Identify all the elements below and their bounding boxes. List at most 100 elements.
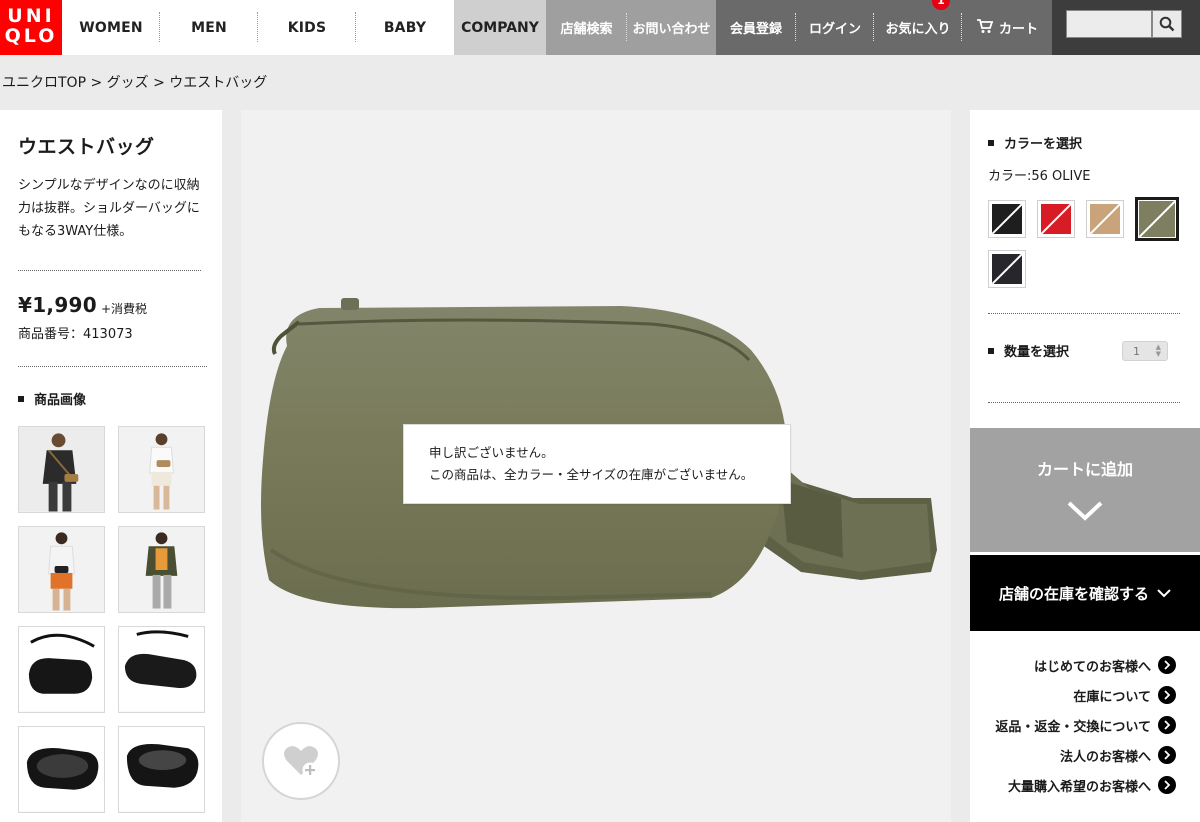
thumbnail-model-white[interactable] <box>118 426 205 513</box>
product-price: ¥1,990 <box>18 293 97 317</box>
breadcrumb-separator: > <box>86 75 107 91</box>
bullet-square-icon <box>18 395 24 402</box>
nav-cart[interactable]: カート <box>962 0 1052 55</box>
bullet-square-icon <box>988 347 994 354</box>
link-corporate-customers[interactable]: 法人のお客様へ <box>976 740 1176 770</box>
breadcrumb-separator: > <box>148 75 170 91</box>
thumbnail-bag-black-1[interactable] <box>18 626 105 713</box>
product-title: ウエストバッグ <box>18 136 155 158</box>
product-description: シンプルなデザインなのに収納力は抜群。ショルダーバッグにもなる3WAY仕様。 <box>18 178 200 239</box>
divider <box>18 366 207 367</box>
swatch-fill <box>1090 204 1120 234</box>
link-label: はじめてのお客様へ <box>1033 659 1151 675</box>
chevron-down-icon <box>1157 589 1171 598</box>
favorites-label: お気に入り <box>885 22 951 37</box>
arrow-right-icon <box>1158 656 1176 674</box>
link-label: 在庫について <box>1073 689 1151 705</box>
current-color-label: カラー:56 OLIVE <box>988 169 1091 184</box>
nav-baby[interactable]: BABY <box>356 0 454 55</box>
color-swatch-beige[interactable] <box>1086 200 1124 238</box>
link-about-stock[interactable]: 在庫について <box>976 680 1176 710</box>
heart-plus-icon <box>284 746 318 778</box>
nav-store-search[interactable]: 店舗検索 <box>546 0 627 55</box>
uniqlo-logo[interactable]: UNI QLO <box>0 0 62 55</box>
thumbnail-model-olive[interactable] <box>118 526 205 613</box>
thumbnail-model-back[interactable] <box>18 526 105 613</box>
utility-nav: 店舗検索 お問い合わせ <box>546 0 716 55</box>
search-icon <box>1159 16 1175 32</box>
nav-register[interactable]: 会員登録 <box>716 0 796 55</box>
add-to-cart-button[interactable]: カートに追加 <box>970 428 1200 552</box>
color-swatch-black[interactable] <box>988 200 1026 238</box>
nav-men[interactable]: MEN <box>160 0 258 55</box>
product-image-viewer: 申し訳ございません。 この商品は、全カラー・全サイズの在庫がございません。 <box>241 110 951 822</box>
purchase-options-panel: カラーを選択 カラー:56 OLIVE 数量を選択 1 ▲ ▼ カートに追加 店舗… <box>970 110 1200 822</box>
thumbnail-model-front[interactable] <box>18 426 105 513</box>
arrow-right-icon <box>1158 716 1176 734</box>
quantity-heading-label: 数量を選択 <box>1004 345 1070 360</box>
breadcrumb-current: ウエストバッグ <box>169 75 268 91</box>
breadcrumb-goods[interactable]: グッズ <box>107 75 149 91</box>
divider <box>988 313 1180 314</box>
link-label: 返品・返金・交換について <box>995 719 1151 735</box>
nav-favorites[interactable]: お気に入り 1 <box>874 0 962 55</box>
add-to-favorites-button[interactable] <box>262 722 340 800</box>
search-area <box>1052 0 1200 55</box>
swatch-fill <box>1041 204 1071 234</box>
swatch-fill <box>992 204 1022 234</box>
logo-line-1: UNI <box>7 5 55 27</box>
price-tax-note: +消費税 <box>101 302 148 316</box>
nav-login[interactable]: ログイン <box>796 0 874 55</box>
swatch-fill <box>992 254 1022 284</box>
thumbnail-bag-open-1[interactable] <box>18 726 105 813</box>
cart-icon <box>976 18 994 38</box>
link-label: 法人のお客様へ <box>1059 749 1151 765</box>
color-heading-label: カラーを選択 <box>1004 137 1083 152</box>
search-button[interactable] <box>1152 10 1182 38</box>
add-to-cart-label: カートに追加 <box>1036 460 1133 479</box>
link-label: 大量購入希望のお客様へ <box>1007 779 1151 795</box>
product-images-label: 商品画像 <box>34 393 87 408</box>
quantity-value: 1 <box>1133 344 1140 358</box>
link-returns-exchanges[interactable]: 返品・返金・交換について <box>976 710 1176 740</box>
notice-line-1: 申し訳ございません。 <box>429 445 554 460</box>
notice-line-2: この商品は、全カラー・全サイズの在庫がございません。 <box>429 467 754 482</box>
product-image-thumbnails <box>18 426 210 813</box>
store-stock-label: 店舗の在庫を確認する <box>998 584 1149 603</box>
cart-label: カート <box>998 22 1038 37</box>
color-swatch-red[interactable] <box>1037 200 1075 238</box>
nav-contact[interactable]: お問い合わせ <box>627 0 716 55</box>
arrow-right-icon <box>1158 686 1176 704</box>
out-of-stock-notice: 申し訳ございません。 この商品は、全カラー・全サイズの在庫がございません。 <box>403 424 791 504</box>
color-swatch-olive-selected[interactable] <box>1135 197 1179 241</box>
arrow-right-icon <box>1158 746 1176 764</box>
favorites-count-badge: 1 <box>932 0 950 10</box>
chevron-down-icon <box>1067 501 1103 521</box>
site-header: UNI QLO WOMEN MEN KIDS BABY COMPANY 店舗検索… <box>0 0 1200 55</box>
link-first-time-customers[interactable]: はじめてのお客様へ <box>976 650 1176 680</box>
product-info-panel: ウエストバッグ シンプルなデザインなのに収納力は抜群。ショルダーバッグにもなる3… <box>0 110 222 822</box>
thumbnail-bag-open-2[interactable] <box>118 726 205 813</box>
breadcrumb: ユニクロTOP > グッズ > ウエストバッグ <box>2 72 267 92</box>
product-code: 商品番号：413073 <box>18 327 133 342</box>
bullet-square-icon <box>988 139 994 146</box>
product-images-heading: 商品画像 <box>18 389 86 408</box>
check-store-stock-button[interactable]: 店舗の在庫を確認する <box>970 555 1200 631</box>
breadcrumb-top[interactable]: ユニクロTOP <box>2 75 86 91</box>
nav-kids[interactable]: KIDS <box>258 0 356 55</box>
stepper-arrows-icon: ▲ ▼ <box>1155 343 1161 358</box>
nav-company[interactable]: COMPANY <box>454 0 546 55</box>
logo-line-2: QLO <box>4 25 58 47</box>
color-heading: カラーを選択 <box>988 133 1082 152</box>
color-swatch-navy[interactable] <box>988 250 1026 288</box>
link-bulk-purchase[interactable]: 大量購入希望のお客様へ <box>976 770 1176 800</box>
divider <box>18 270 201 271</box>
thumbnail-bag-black-2[interactable] <box>118 626 205 713</box>
arrow-right-icon <box>1158 776 1176 794</box>
nav-women[interactable]: WOMEN <box>62 0 160 55</box>
swatch-fill <box>1139 201 1175 237</box>
info-links: はじめてのお客様へ 在庫について 返品・返金・交換について 法人のお客様へ 大量… <box>976 650 1176 800</box>
search-input[interactable] <box>1066 10 1152 38</box>
quantity-select[interactable]: 1 ▲ ▼ <box>1122 341 1168 361</box>
quantity-heading: 数量を選択 <box>988 341 1069 360</box>
